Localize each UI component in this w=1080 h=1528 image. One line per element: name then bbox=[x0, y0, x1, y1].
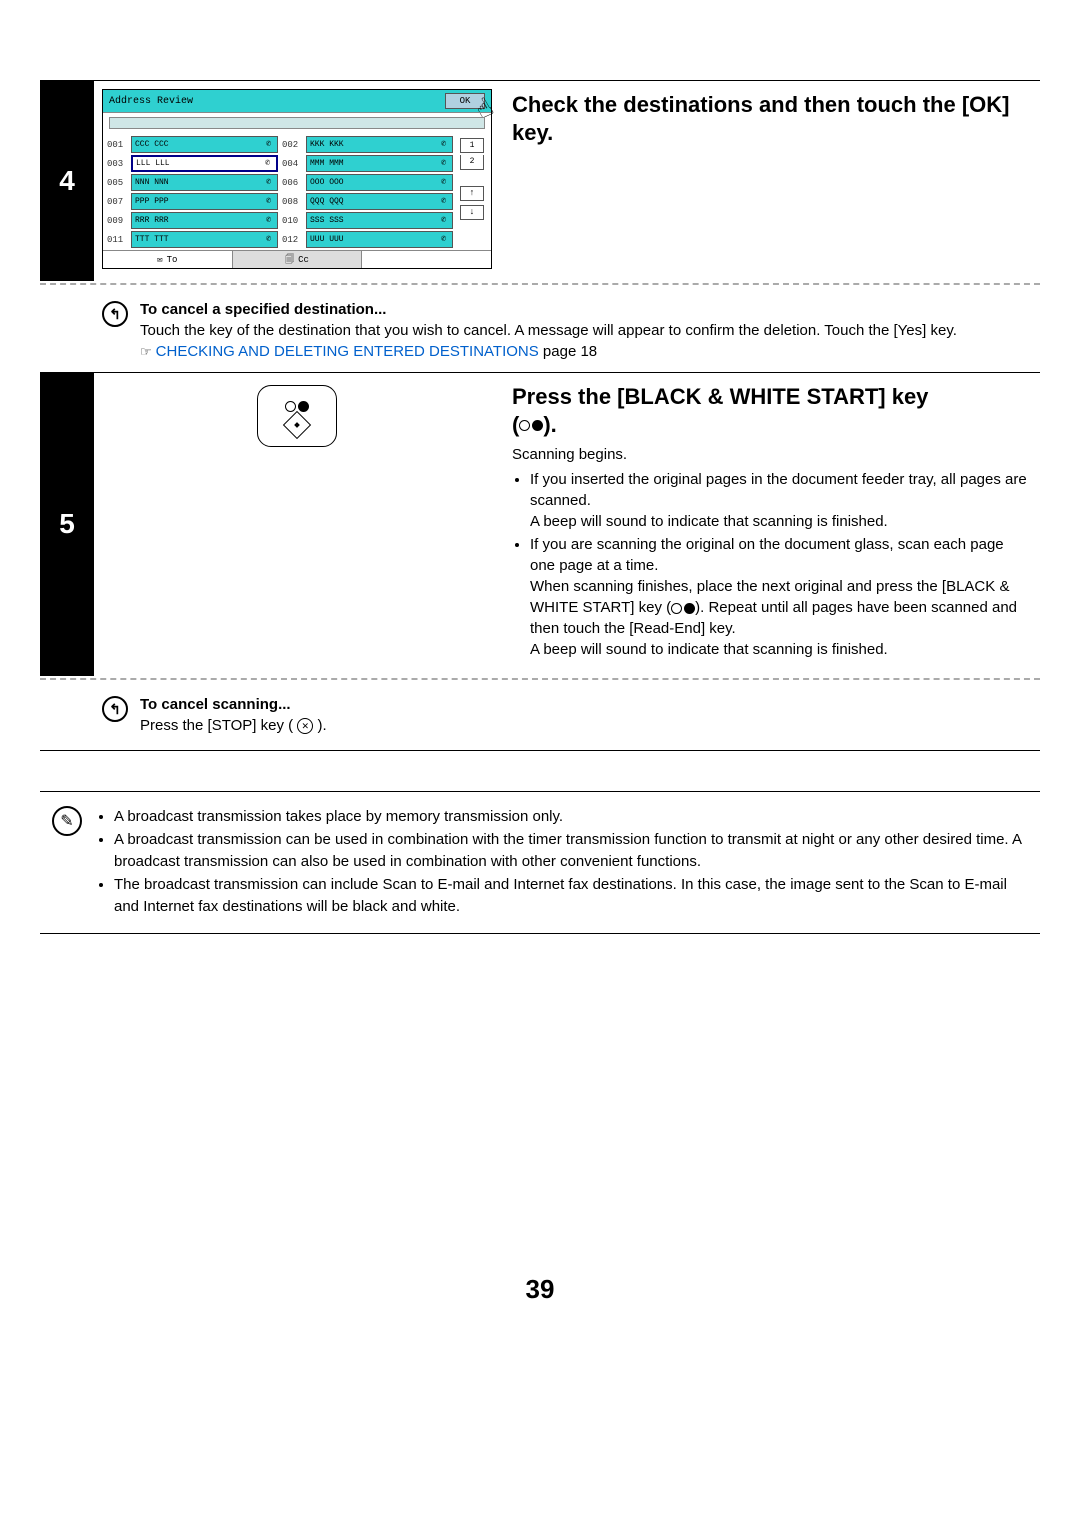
note5-title: To cancel scanning... bbox=[140, 694, 327, 715]
mail-icon: ✉ bbox=[157, 255, 162, 265]
note5-body-b: ). bbox=[313, 717, 326, 734]
ok-button[interactable]: OK bbox=[445, 93, 485, 109]
reference-link[interactable]: CHECKING AND DELETING ENTERED DESTINATIO… bbox=[156, 343, 539, 360]
addr-row[interactable]: SSS SSS✆ bbox=[306, 212, 453, 229]
tab-to[interactable]: ✉To bbox=[103, 251, 233, 268]
bw-start-key-illustration bbox=[257, 385, 337, 447]
phone-icon: ✆ bbox=[266, 177, 274, 189]
addr-row[interactable]: CCC CCC✆ bbox=[131, 136, 278, 153]
tab-cc[interactable]: 🗐Cc bbox=[233, 251, 363, 268]
phone-icon: ✆ bbox=[266, 234, 274, 246]
addr-row[interactable]: OOO OOO✆ bbox=[306, 174, 453, 191]
tab-empty[interactable] bbox=[362, 251, 491, 268]
note4-title: To cancel a specified destination... bbox=[140, 299, 957, 320]
pencil-note-icon: ✎ bbox=[52, 806, 82, 836]
return-icon: ↰ bbox=[102, 696, 128, 722]
addr-row[interactable]: KKK KKK✆ bbox=[306, 136, 453, 153]
addr-num: 005 bbox=[107, 178, 129, 188]
addr-num: 012 bbox=[282, 235, 304, 245]
step5-bullet1-tail: A beep will sound to indicate that scann… bbox=[530, 513, 888, 530]
phone-icon: ✆ bbox=[266, 196, 274, 208]
address-review-panel: Address Review OK ☝ 001CCC CCC✆ 002KKK K… bbox=[102, 89, 492, 269]
step-number-4: 4 bbox=[40, 80, 94, 281]
phone-icon: ✆ bbox=[441, 196, 449, 208]
addr-num: 009 bbox=[107, 216, 129, 226]
addr-num: 010 bbox=[282, 216, 304, 226]
step5-bullet2: If you are scanning the original on the … bbox=[530, 536, 1004, 574]
addr-num: 008 bbox=[282, 197, 304, 207]
scroll-down-button[interactable]: ↓ bbox=[460, 205, 484, 220]
reference-icon: ☞ bbox=[140, 344, 152, 359]
scroll-up-button[interactable]: ↑ bbox=[460, 186, 484, 201]
step-number-5: 5 bbox=[40, 372, 94, 676]
page-total: 2 bbox=[460, 155, 484, 170]
step4-heading: Check the destinations and then touch th… bbox=[512, 91, 1032, 146]
addr-row-selected[interactable]: LLL LLL✆ bbox=[131, 155, 278, 172]
phone-icon: ✆ bbox=[266, 215, 274, 227]
info-item-1: A broadcast transmission takes place by … bbox=[114, 806, 1028, 829]
info-item-3: The broadcast transmission can include S… bbox=[114, 874, 1028, 919]
addr-row[interactable]: PPP PPP✆ bbox=[131, 193, 278, 210]
phone-icon: ✆ bbox=[441, 177, 449, 189]
step5-begin: Scanning begins. bbox=[512, 444, 1032, 465]
phone-icon: ✆ bbox=[266, 139, 274, 151]
note4-body: Touch the key of the destination that yo… bbox=[140, 320, 957, 341]
reference-tail: page 18 bbox=[539, 343, 597, 360]
addr-num: 003 bbox=[107, 159, 129, 169]
phone-icon: ✆ bbox=[441, 158, 449, 170]
page-number: 39 bbox=[40, 1274, 1040, 1305]
phone-icon: ✆ bbox=[441, 234, 449, 246]
addr-row[interactable]: UUU UUU✆ bbox=[306, 231, 453, 248]
addr-row[interactable]: MMM MMM✆ bbox=[306, 155, 453, 172]
phone-icon: ✆ bbox=[441, 215, 449, 227]
addr-num: 002 bbox=[282, 140, 304, 150]
addr-num: 011 bbox=[107, 235, 129, 245]
step5-bullet1: If you inserted the original pages in th… bbox=[530, 471, 1027, 509]
phone-icon: ✆ bbox=[441, 139, 449, 151]
note5-body-a: Press the [STOP] key ( bbox=[140, 717, 297, 734]
step5-heading: Press the [BLACK & WHITE START] key (). bbox=[512, 383, 1032, 438]
info-item-2: A broadcast transmission can be used in … bbox=[114, 829, 1028, 874]
addr-num: 004 bbox=[282, 159, 304, 169]
panel-title: Address Review bbox=[109, 96, 193, 107]
addr-row[interactable]: TTT TTT✆ bbox=[131, 231, 278, 248]
addr-num: 001 bbox=[107, 140, 129, 150]
phone-icon: ✆ bbox=[265, 158, 273, 170]
addr-num: 006 bbox=[282, 178, 304, 188]
addr-row[interactable]: NNN NNN✆ bbox=[131, 174, 278, 191]
copy-icon: 🗐 bbox=[285, 252, 294, 268]
return-icon: ↰ bbox=[102, 301, 128, 327]
page-current: 1 bbox=[460, 138, 484, 153]
diamond-icon bbox=[283, 411, 311, 439]
stop-key-icon bbox=[297, 718, 313, 734]
addr-row[interactable]: RRR RRR✆ bbox=[131, 212, 278, 229]
addr-row[interactable]: QQQ QQQ✆ bbox=[306, 193, 453, 210]
addr-num: 007 bbox=[107, 197, 129, 207]
step5-bullet2-p2: A beep will sound to indicate that scann… bbox=[530, 641, 888, 658]
